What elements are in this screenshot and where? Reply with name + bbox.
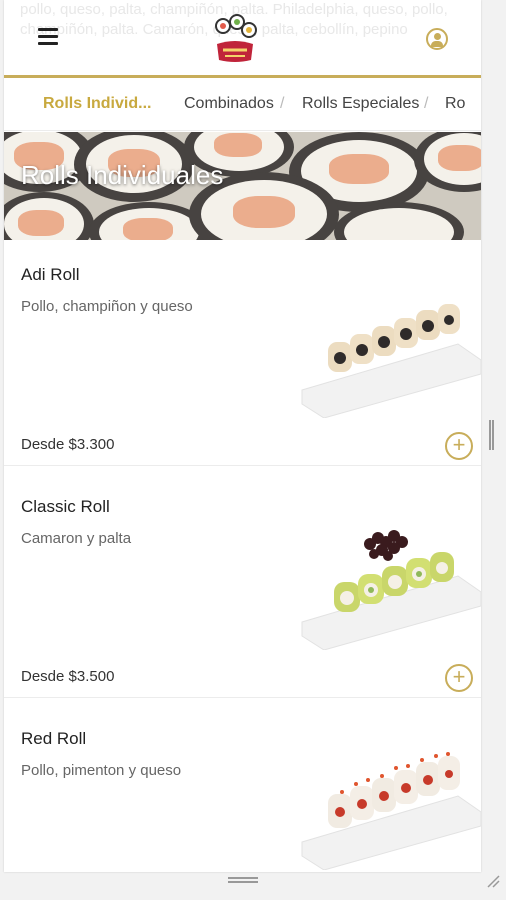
product-name: Classic Roll bbox=[21, 497, 110, 516]
scrollbar-handle[interactable] bbox=[489, 420, 494, 450]
product-price: Desde $3.500 bbox=[21, 668, 115, 685]
tab-rolls-individuales[interactable]: Rolls Individ... bbox=[43, 95, 151, 113]
tab-next-category[interactable]: Ro bbox=[445, 95, 465, 113]
tab-combinados[interactable]: Combinados bbox=[184, 95, 274, 113]
product-description: Camaron y palta bbox=[21, 530, 132, 547]
product-image bbox=[298, 526, 481, 651]
app-window: pollo, queso, palta, champiñón, palta. P… bbox=[4, 0, 481, 872]
tab-separator: / bbox=[424, 95, 429, 112]
product-image bbox=[298, 294, 481, 419]
product-price: Desde $3.300 bbox=[21, 436, 115, 453]
resize-grip-icon[interactable] bbox=[486, 874, 500, 888]
product-image bbox=[298, 746, 481, 871]
product-card[interactable]: Adi Roll Pollo, champiñon y queso Desde … bbox=[4, 242, 481, 466]
product-name: Red Roll bbox=[21, 729, 87, 748]
header: pollo, queso, palta, champiñón, palta. P… bbox=[4, 0, 481, 78]
app-frame: pollo, queso, palta, champiñón, palta. P… bbox=[0, 0, 506, 900]
product-name: Adi Roll bbox=[21, 265, 80, 284]
product-card[interactable]: Red Roll Pollo, pimenton y queso bbox=[4, 706, 481, 872]
user-profile-icon[interactable] bbox=[426, 28, 448, 50]
product-card[interactable]: Classic Roll Camaron y palta Desde $3.50… bbox=[4, 474, 481, 698]
sushi-logo-icon[interactable] bbox=[211, 14, 259, 66]
drag-handle[interactable] bbox=[228, 877, 258, 883]
product-description: Pollo, champiñon y queso bbox=[21, 298, 193, 315]
tab-rolls-especiales[interactable]: Rolls Especiales bbox=[302, 95, 419, 113]
product-description: Pollo, pimenton y queso bbox=[21, 762, 182, 779]
tab-separator: / bbox=[280, 95, 285, 112]
add-to-cart-button[interactable]: + bbox=[445, 432, 473, 460]
category-tabs: Rolls Individ... Combinados / Rolls Espe… bbox=[4, 81, 481, 131]
hamburger-menu-icon[interactable] bbox=[38, 28, 58, 46]
add-to-cart-button[interactable]: + bbox=[445, 664, 473, 692]
category-banner: Rolls Individuales bbox=[4, 132, 481, 240]
banner-title: Rolls Individuales bbox=[21, 160, 224, 190]
